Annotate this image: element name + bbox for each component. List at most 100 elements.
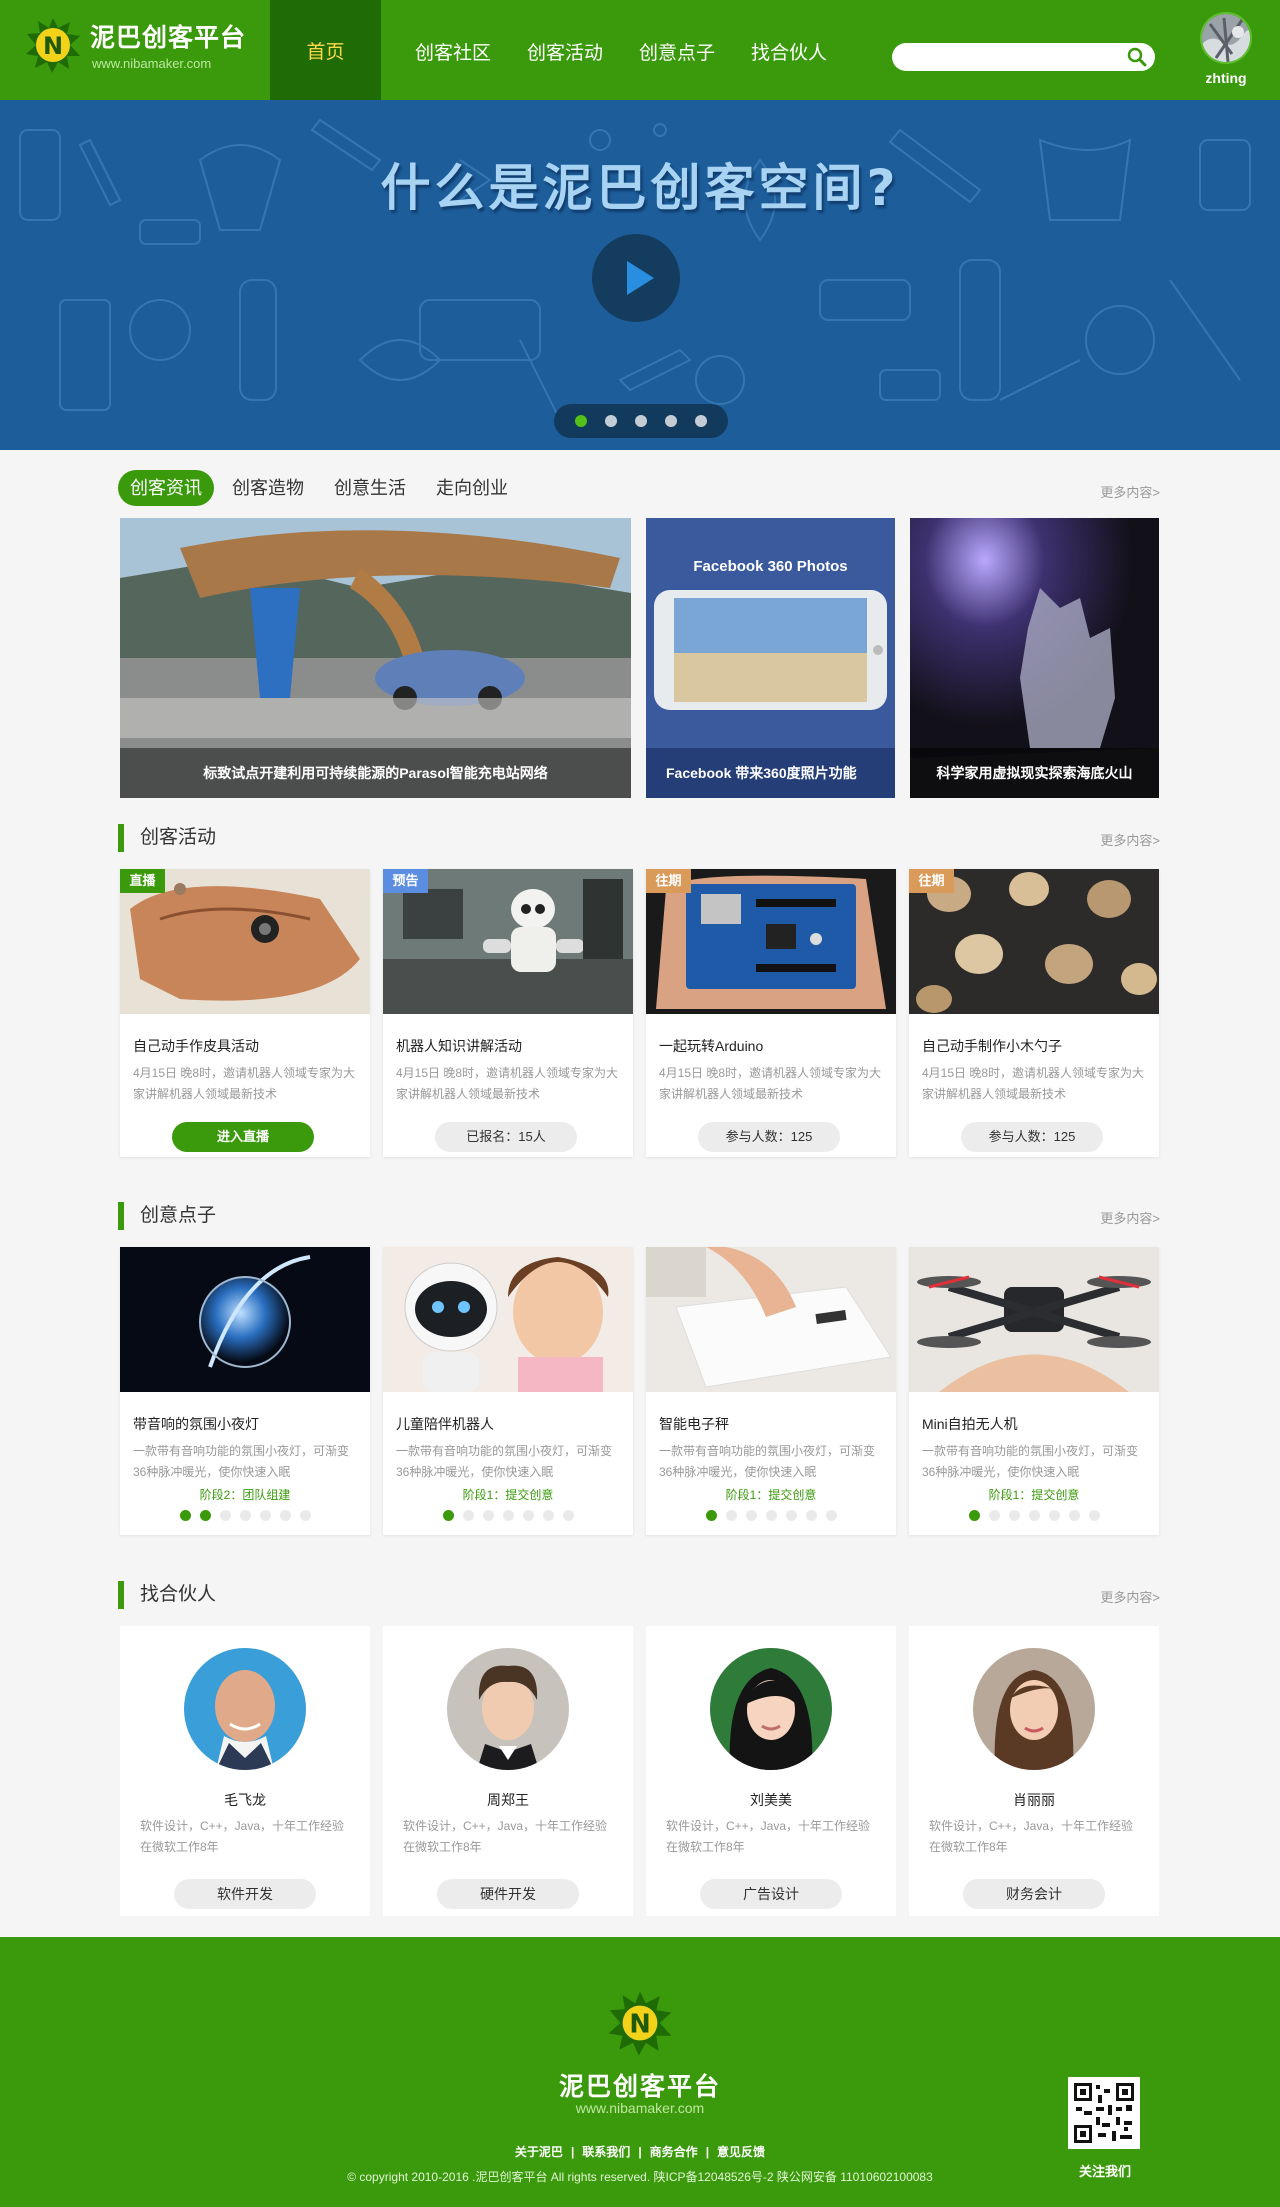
activity-card[interactable]: 直播 自己动手作皮具活动 4月15日 晚8时，邀请机器人领域专家为大家讲解机器人… bbox=[120, 869, 370, 1157]
more-link[interactable]: 更多内容> bbox=[1100, 1208, 1160, 1227]
participants-button[interactable]: 参与人数：125 bbox=[961, 1122, 1103, 1152]
activity-title: 自己动手作皮具活动 bbox=[133, 1038, 259, 1054]
activity-title: 机器人知识讲解活动 bbox=[396, 1038, 522, 1054]
idea-desc: 一款带有音响功能的氛围小夜灯，可渐变36种脉冲暖光，使你快速入眠 bbox=[922, 1444, 1139, 1479]
svg-text:N: N bbox=[629, 2009, 650, 2039]
stage-dot bbox=[745, 1510, 757, 1521]
site-logo[interactable]: N 泥巴创客平台 www.nibamaker.com bbox=[22, 12, 252, 84]
news-card-facebook360[interactable]: Facebook 360 Photos Facebook 带来360度照片功能 bbox=[646, 518, 895, 798]
stage-dot bbox=[179, 1510, 191, 1521]
idea-image bbox=[383, 1247, 633, 1392]
idea-card[interactable]: 带音响的氛围小夜灯 一款带有音响功能的氛围小夜灯，可渐变36种脉冲暖光，使你快速… bbox=[120, 1247, 370, 1535]
partner-name: 毛飞龙 bbox=[224, 1792, 266, 1808]
nav-partners[interactable]: 找合伙人 bbox=[733, 0, 845, 100]
status-badge: 预告 bbox=[383, 869, 428, 893]
user-menu[interactable]: zhting bbox=[1196, 12, 1256, 86]
stage-dot bbox=[279, 1510, 291, 1521]
user-name: zhting bbox=[1205, 70, 1247, 86]
banner-title: 什么是泥巴创客空间? bbox=[380, 159, 900, 217]
nav-community[interactable]: 创客社区 bbox=[397, 0, 509, 100]
status-badge: 直播 bbox=[120, 869, 165, 893]
partner-card[interactable]: 肖丽丽 软件设计，C++，Java，十年工作经验在微软工作8年 财务会计 bbox=[909, 1626, 1159, 1916]
idea-desc: 一款带有音响功能的氛围小夜灯，可渐变36种脉冲暖光，使你快速入眠 bbox=[396, 1444, 613, 1479]
partner-skill-tag[interactable]: 广告设计 bbox=[700, 1879, 842, 1909]
nav-activities[interactable]: 创客活动 bbox=[509, 0, 621, 100]
idea-title: 儿童陪伴机器人 bbox=[396, 1416, 494, 1432]
tab-startup[interactable]: 走向创业 bbox=[424, 470, 520, 506]
nav-home[interactable]: 首页 bbox=[270, 0, 381, 100]
signup-count-button[interactable]: 已报名：15人 bbox=[435, 1122, 577, 1152]
stage-dot bbox=[805, 1510, 817, 1521]
avatar bbox=[710, 1648, 832, 1770]
idea-image bbox=[646, 1247, 896, 1392]
stage-dot bbox=[1048, 1510, 1060, 1521]
stage-dot bbox=[562, 1510, 574, 1521]
activity-card[interactable]: 往期 自己动手制作小木勺子 4月15日 晚8时，邀请机器人领域专家为大家讲解机器… bbox=[909, 869, 1159, 1157]
qr-code-icon bbox=[1068, 2077, 1140, 2149]
more-link[interactable]: 更多内容> bbox=[1100, 482, 1160, 501]
activity-card[interactable]: 预告 机器人知识讲解活动 4月15日 晚8时，邀请机器人领域专家为大家讲解机器人… bbox=[383, 869, 633, 1157]
footer-link-contact[interactable]: 联系我们 bbox=[574, 2145, 638, 2159]
footer-link-business[interactable]: 商务合作 bbox=[642, 2145, 706, 2159]
activity-card[interactable]: 往期 一起玩转Arduino 4月15日 晚8时，邀请机器人领域专家为大家讲解机… bbox=[646, 869, 896, 1157]
more-link[interactable]: 更多内容> bbox=[1100, 830, 1160, 849]
partner-card[interactable]: 刘美美 软件设计，C++，Java，十年工作经验在微软工作8年 广告设计 bbox=[646, 1626, 896, 1916]
news-caption: 科学家用虚拟现实探索海底火山 bbox=[910, 748, 1159, 798]
footer-link-feedback[interactable]: 意见反馈 bbox=[709, 2145, 773, 2159]
enter-live-button[interactable]: 进入直播 bbox=[172, 1122, 314, 1152]
partner-desc: 软件设计，C++，Java，十年工作经验在微软工作8年 bbox=[140, 1819, 345, 1854]
idea-card[interactable]: 儿童陪伴机器人 一款带有音响功能的氛围小夜灯，可渐变36种脉冲暖光，使你快速入眠… bbox=[383, 1247, 633, 1535]
search-box bbox=[892, 43, 1155, 71]
stage-dot bbox=[542, 1510, 554, 1521]
carousel-dot[interactable] bbox=[695, 415, 707, 427]
news-card-volcano[interactable]: 科学家用虚拟现实探索海底火山 bbox=[910, 518, 1159, 798]
participants-button[interactable]: 参与人数：125 bbox=[698, 1122, 840, 1152]
stage-dot bbox=[1068, 1510, 1080, 1521]
user-avatar[interactable] bbox=[1200, 12, 1252, 64]
idea-desc: 一款带有音响功能的氛围小夜灯，可渐变36种脉冲暖光，使你快速入眠 bbox=[659, 1444, 876, 1479]
news-card-parasol[interactable]: 标致试点开建利用可持续能源的Parasol智能充电站网络 bbox=[120, 518, 631, 798]
carousel-dot[interactable] bbox=[575, 415, 587, 427]
partner-skill-tag[interactable]: 软件开发 bbox=[174, 1879, 316, 1909]
idea-stage: 阶段2：团队组建 bbox=[199, 1488, 291, 1502]
activity-title: 一起玩转Arduino bbox=[659, 1038, 764, 1054]
partner-card[interactable]: 毛飞龙 软件设计，C++，Java，十年工作经验在微软工作8年 软件开发 bbox=[120, 1626, 370, 1916]
svg-text:N: N bbox=[43, 32, 63, 60]
partner-name: 刘美美 bbox=[750, 1792, 792, 1808]
partner-skill-tag[interactable]: 财务会计 bbox=[963, 1879, 1105, 1909]
stage-dot bbox=[219, 1510, 231, 1521]
more-link[interactable]: 更多内容> bbox=[1100, 1587, 1160, 1606]
news-caption: Facebook 带来360度照片功能 bbox=[646, 748, 895, 798]
stage-progress bbox=[383, 1510, 633, 1521]
avatar bbox=[184, 1648, 306, 1770]
idea-card[interactable]: Mini自拍无人机 一款带有音响功能的氛围小夜灯，可渐变36种脉冲暖光，使你快速… bbox=[909, 1247, 1159, 1535]
stage-dot bbox=[1028, 1510, 1040, 1521]
footer-link-about[interactable]: 关于泥巴 bbox=[507, 2145, 571, 2159]
partner-card[interactable]: 周郑王 软件设计，C++，Java，十年工作经验在微软工作8年 硬件开发 bbox=[383, 1626, 633, 1916]
section-title: 创客活动 bbox=[118, 824, 216, 852]
news-tabs: 创客资讯 创客造物 创意生活 走向创业 bbox=[118, 470, 526, 506]
partner-desc: 软件设计，C++，Java，十年工作经验在微软工作8年 bbox=[666, 1819, 871, 1854]
news-caption: 标致试点开建利用可持续能源的Parasol智能充电站网络 bbox=[120, 748, 631, 798]
idea-title: 带音响的氛围小夜灯 bbox=[133, 1416, 259, 1432]
idea-card[interactable]: 智能电子秤 一款带有音响功能的氛围小夜灯，可渐变36种脉冲暖光，使你快速入眠 阶… bbox=[646, 1247, 896, 1535]
tab-news[interactable]: 创客资讯 bbox=[118, 470, 214, 506]
search-icon[interactable] bbox=[1127, 47, 1147, 67]
nav-ideas[interactable]: 创意点子 bbox=[621, 0, 733, 100]
news-section-head: 创客资讯 创客造物 创意生活 走向创业 更多内容> bbox=[118, 470, 1160, 510]
tab-making[interactable]: 创客造物 bbox=[220, 470, 316, 506]
stage-dot bbox=[482, 1510, 494, 1521]
stage-dot bbox=[825, 1510, 837, 1521]
idea-desc: 一款带有音响功能的氛围小夜灯，可渐变36种脉冲暖光，使你快速入眠 bbox=[133, 1444, 350, 1479]
partner-skill-tag[interactable]: 硬件开发 bbox=[437, 1879, 579, 1909]
activity-desc: 4月15日 晚8时，邀请机器人领域专家为大家讲解机器人领域最新技术 bbox=[659, 1066, 882, 1101]
partner-desc: 软件设计，C++，Java，十年工作经验在微软工作8年 bbox=[403, 1819, 608, 1854]
carousel-dot[interactable] bbox=[665, 415, 677, 427]
carousel-dot[interactable] bbox=[605, 415, 617, 427]
search-input[interactable] bbox=[906, 47, 1106, 67]
play-video-button[interactable] bbox=[592, 234, 680, 322]
stage-dot bbox=[442, 1510, 454, 1521]
partner-name: 周郑王 bbox=[487, 1792, 529, 1808]
tab-life[interactable]: 创意生活 bbox=[322, 470, 418, 506]
carousel-dot[interactable] bbox=[635, 415, 647, 427]
